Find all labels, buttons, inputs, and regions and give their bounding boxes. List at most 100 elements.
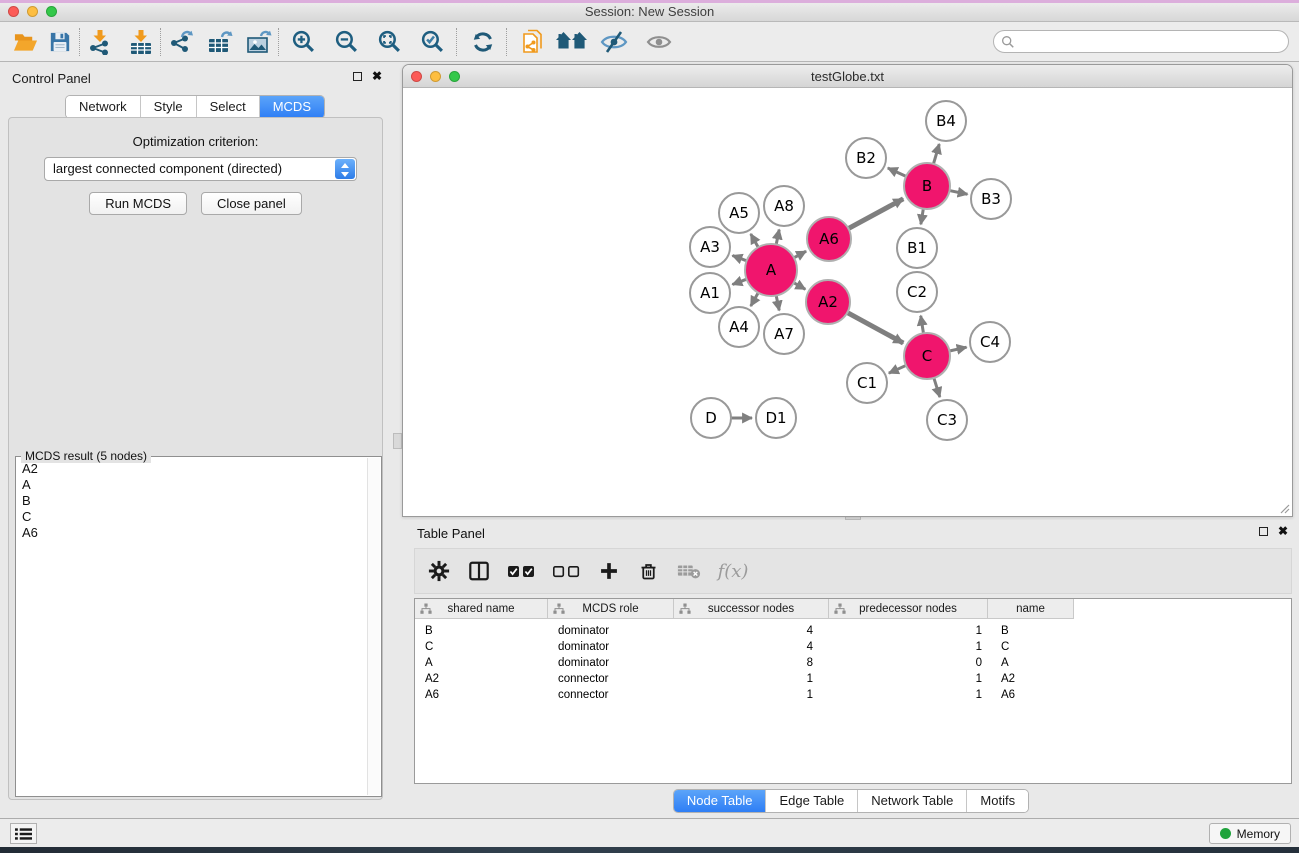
graph-edge-A-A6[interactable] [794, 251, 806, 257]
table-cell[interactable]: B [415, 625, 548, 637]
tab-mcds[interactable]: MCDS [260, 96, 324, 118]
graph-edge-B-B4[interactable] [933, 144, 939, 164]
zoom-out-icon[interactable] [333, 28, 360, 56]
table-cell[interactable]: C [988, 641, 1074, 653]
graph-node-B3[interactable]: B3 [971, 179, 1011, 219]
table-cell[interactable]: 1 [829, 641, 988, 653]
network-window-titlebar[interactable]: testGlobe.txt [403, 65, 1292, 88]
table-cell[interactable]: connector [548, 689, 674, 701]
hide-details-icon[interactable] [598, 28, 630, 56]
graph-edge-C-C4[interactable] [949, 347, 966, 351]
zoom-fit-icon[interactable] [376, 28, 403, 56]
table-cell[interactable]: 1 [674, 689, 829, 701]
graph-edge-A-A2[interactable] [794, 283, 806, 290]
mcds-result-item[interactable]: A6 [16, 525, 367, 541]
resize-grip-icon[interactable] [1278, 502, 1290, 514]
export-network-icon[interactable] [167, 28, 194, 56]
graph-node-B2[interactable]: B2 [846, 138, 886, 178]
column-header-shared-name[interactable]: shared name [415, 599, 548, 619]
graph-node-C3[interactable]: C3 [927, 400, 967, 440]
node-table[interactable]: shared nameMCDS rolesuccessor nodesprede… [414, 598, 1292, 784]
graph-node-A6[interactable]: A6 [807, 217, 851, 261]
close-panel-icon[interactable]: ✖ [372, 71, 382, 82]
tab-edge-table[interactable]: Edge Table [766, 790, 858, 812]
graph-edge-C-C3[interactable] [934, 378, 940, 397]
graph-edge-A-A8[interactable] [776, 230, 779, 245]
graph-edge-A2-C[interactable] [847, 313, 903, 344]
mcds-result-item[interactable]: A [16, 477, 367, 493]
tab-network[interactable]: Network [66, 96, 141, 118]
table-cell[interactable]: A [415, 657, 548, 669]
graph-node-A1[interactable]: A1 [690, 273, 730, 313]
refresh-icon[interactable] [469, 28, 496, 56]
column-header-successor-nodes[interactable]: successor nodes [674, 599, 829, 619]
table-cell[interactable]: dominator [548, 657, 674, 669]
graph-node-A4[interactable]: A4 [719, 307, 759, 347]
mcds-result-item[interactable]: B [16, 493, 367, 509]
graph-node-D1[interactable]: D1 [756, 398, 796, 438]
table-row[interactable]: A2connector11A2 [415, 671, 1291, 687]
graph-node-A3[interactable]: A3 [690, 227, 730, 267]
table-cell[interactable]: dominator [548, 625, 674, 637]
delete-table-icon[interactable] [675, 558, 702, 585]
table-row[interactable]: Bdominator41B [415, 623, 1291, 639]
float-table-panel-icon[interactable] [1259, 527, 1268, 536]
table-cell[interactable]: A2 [415, 673, 548, 685]
show-details-icon[interactable] [642, 28, 676, 56]
close-table-panel-icon[interactable]: ✖ [1278, 526, 1288, 537]
graph-edge-A-A1[interactable] [732, 279, 746, 284]
memory-button[interactable]: Memory [1209, 823, 1291, 844]
graph-edge-C-C2[interactable] [921, 316, 924, 334]
graph-node-C4[interactable]: C4 [970, 322, 1010, 362]
export-image-icon[interactable] [245, 28, 272, 56]
table-cell[interactable]: 1 [829, 689, 988, 701]
tab-network-table[interactable]: Network Table [858, 790, 967, 812]
deselect-all-icon[interactable] [550, 558, 582, 585]
search-input[interactable] [1015, 34, 1288, 49]
mcds-result-item[interactable]: C [16, 509, 367, 525]
table-row[interactable]: A6connector11A6 [415, 687, 1291, 703]
search-box[interactable] [993, 30, 1289, 53]
float-panel-icon[interactable] [353, 72, 362, 81]
network-graph[interactable]: B4B2BB3A8A5A6A3B1AC2A1A2A4A7C4CC1C3DD1 [403, 88, 1292, 517]
settings-gear-icon[interactable] [425, 558, 452, 585]
tab-style[interactable]: Style [141, 96, 197, 118]
zoom-selected-icon[interactable] [419, 28, 446, 56]
close-panel-button[interactable]: Close panel [201, 192, 302, 215]
tab-motifs[interactable]: Motifs [967, 790, 1028, 812]
table-row[interactable]: Adominator80A [415, 655, 1291, 671]
table-cell[interactable]: 1 [674, 673, 829, 685]
task-history-button[interactable] [10, 823, 37, 844]
graph-edge-A-A5[interactable] [751, 234, 759, 247]
graph-node-C[interactable]: C [904, 333, 950, 379]
home-icon[interactable] [554, 28, 588, 56]
select-all-icon[interactable] [505, 558, 537, 585]
graph-node-A7[interactable]: A7 [764, 314, 804, 354]
graph-edge-A-A7[interactable] [776, 295, 779, 310]
column-header-name[interactable]: name [988, 599, 1074, 619]
zoom-in-icon[interactable] [290, 28, 317, 56]
graph-node-C1[interactable]: C1 [847, 363, 887, 403]
table-cell[interactable]: C [415, 641, 548, 653]
graph-node-D[interactable]: D [691, 398, 731, 438]
export-table-icon[interactable] [206, 28, 233, 56]
column-header-mcds-role[interactable]: MCDS role [548, 599, 674, 619]
graph-edge-A-A4[interactable] [751, 293, 759, 306]
table-cell[interactable]: 8 [674, 657, 829, 669]
graph-node-B1[interactable]: B1 [897, 228, 937, 268]
table-cell[interactable]: 0 [829, 657, 988, 669]
graph-edge-A-A3[interactable] [732, 255, 746, 260]
table-cell[interactable]: A6 [988, 689, 1074, 701]
graph-edge-A6-B[interactable] [848, 199, 903, 229]
tab-select[interactable]: Select [197, 96, 260, 118]
open-file-icon[interactable] [12, 28, 39, 56]
table-cell[interactable]: connector [548, 673, 674, 685]
run-mcds-button[interactable]: Run MCDS [89, 192, 187, 215]
graph-node-B4[interactable]: B4 [926, 101, 966, 141]
add-column-icon[interactable] [595, 558, 622, 585]
graph-edge-B-B3[interactable] [950, 191, 968, 195]
graph-edge-C-C1[interactable] [889, 365, 906, 373]
mcds-result-item[interactable]: A2 [16, 461, 367, 477]
table-cell[interactable]: A6 [415, 689, 548, 701]
save-session-icon[interactable] [46, 28, 73, 56]
